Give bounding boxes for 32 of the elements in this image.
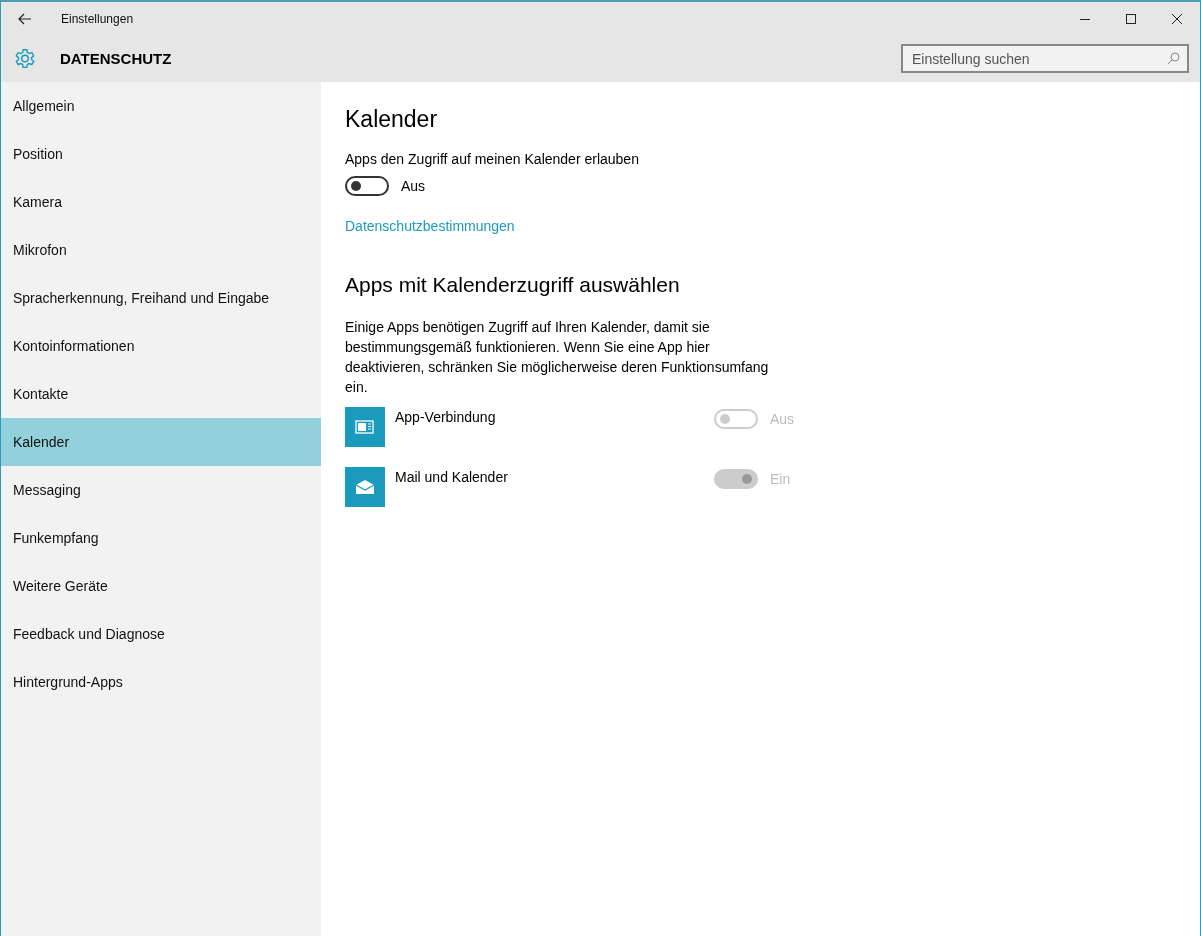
sidebar-item[interactable]: Weitere Geräte (1, 562, 321, 610)
back-arrow-icon[interactable] (18, 12, 32, 25)
close-icon[interactable] (1172, 13, 1182, 24)
sidebar-item[interactable]: Kontoinformationen (1, 322, 321, 370)
search-icon (1167, 52, 1180, 65)
description-text: Einige Apps benötigen Zugriff auf Ihren Kalender, damit sie bestimmungsgemäß funktionieren. Wenn Sie eine App hier deaktivieren, schränken Sie möglicherweise deren Funktionsumfang ein. (345, 318, 770, 397)
window-icon (345, 407, 385, 447)
sidebar-item[interactable]: Kamera (1, 178, 321, 226)
section-title: Apps mit Kalenderzugriff auswählen (345, 273, 681, 297)
sidebar-item[interactable]: Mikrofon (1, 226, 321, 274)
sidebar-item[interactable]: Hintergrund-Apps (1, 658, 321, 706)
sidebar-item[interactable]: Kalender (1, 418, 321, 466)
sidebar-item[interactable]: Spracherkennung, Freihand und Eingabe (1, 274, 321, 322)
setting-label: Apps den Zugriff auf meinen Kalender erlauben (345, 151, 640, 167)
page-title: DATENSCHUTZ (60, 50, 172, 67)
sidebar-item[interactable]: Feedback und Diagnose (1, 610, 321, 658)
sidebar-item[interactable]: Funkempfang (1, 514, 321, 562)
toggle-state: Aus (770, 411, 795, 427)
app-name: Mail und Kalender (395, 469, 509, 485)
sidebar-item[interactable]: Kontakte (1, 370, 321, 418)
toggle-state: Ein (770, 471, 792, 487)
maximize-icon[interactable] (1126, 13, 1136, 24)
envelope-icon (345, 467, 385, 507)
sidebar-item[interactable]: Position (1, 130, 321, 178)
toggle-state: Aus (401, 178, 426, 194)
window-title: Einstellungen (61, 11, 134, 26)
search-field[interactable]: Einstellung suchen (901, 44, 1189, 73)
app-name: App-Verbindung (395, 409, 497, 425)
toggle-switch[interactable] (345, 176, 389, 196)
sidebar-item[interactable]: Allgemein (1, 82, 321, 130)
sidebar-item[interactable]: Messaging (1, 466, 321, 514)
section-title: Kalender (345, 106, 439, 133)
